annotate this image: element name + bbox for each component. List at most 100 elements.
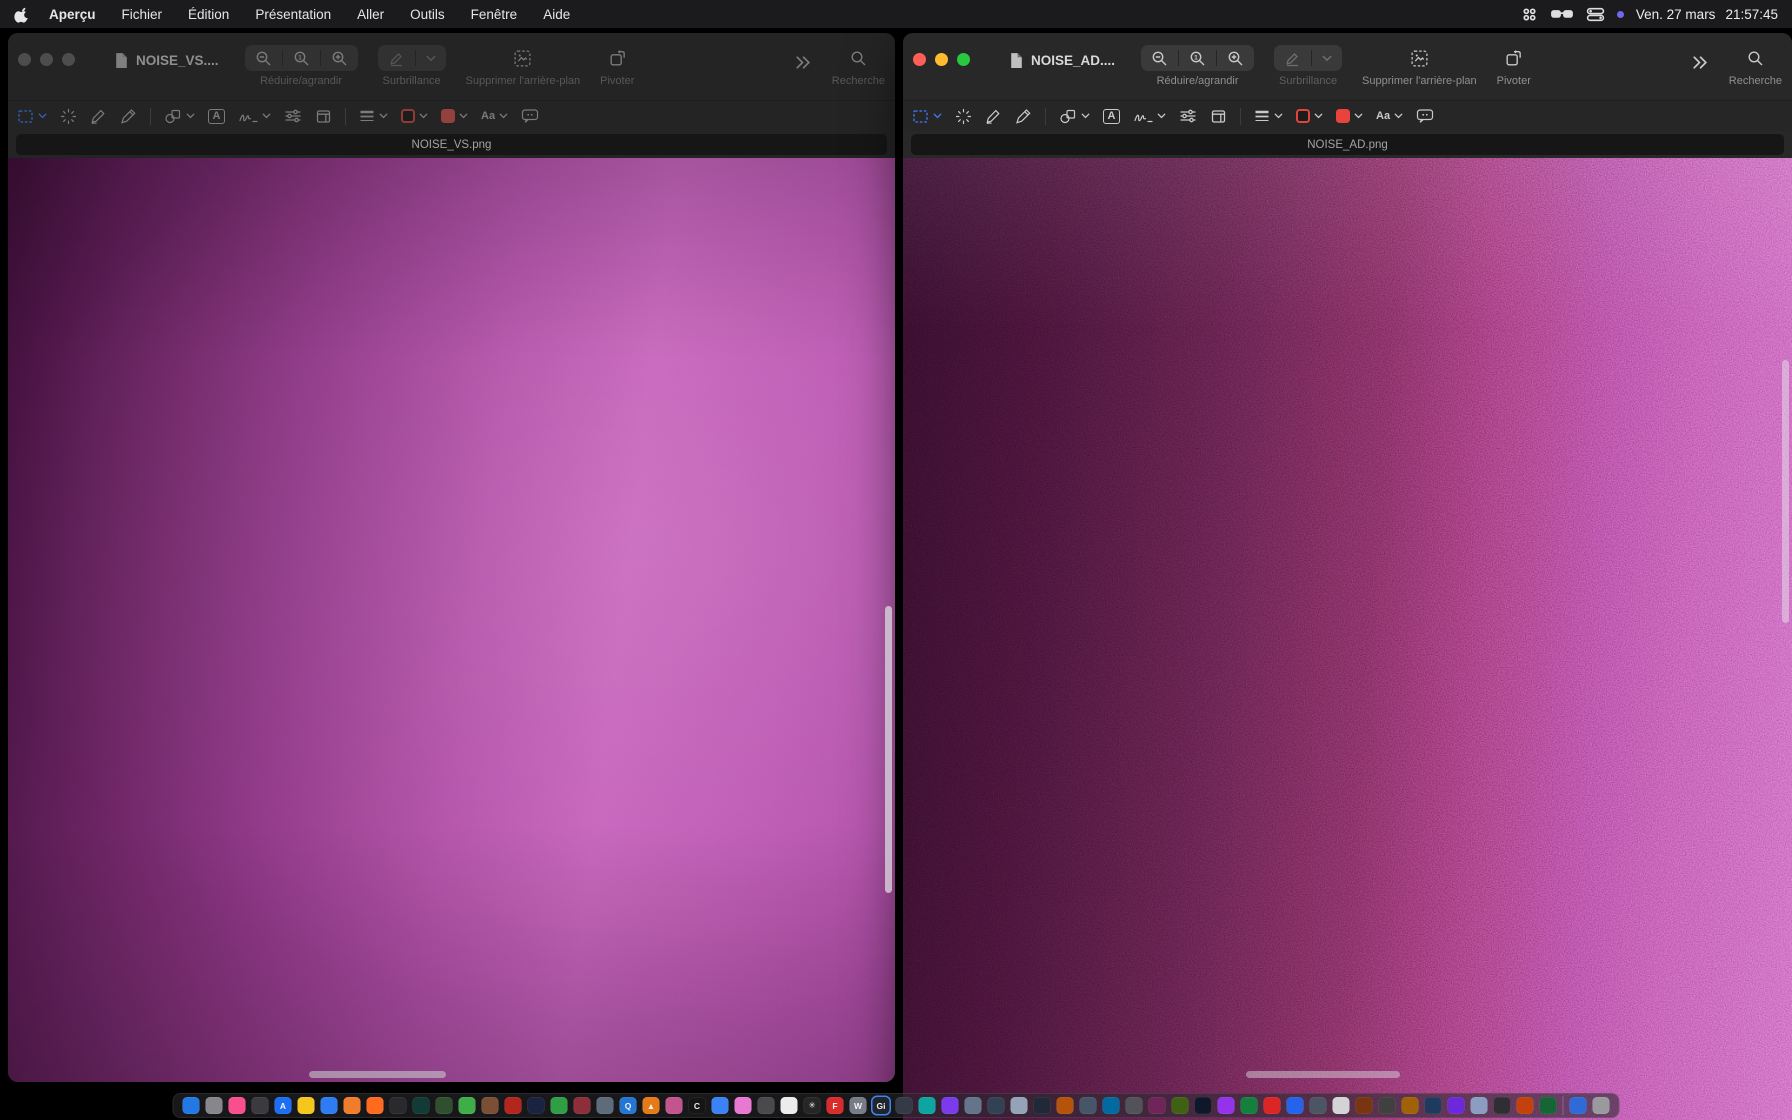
dock-icon-app-51[interactable] xyxy=(1333,1097,1350,1114)
rotate-button[interactable] xyxy=(1504,49,1523,68)
adjust-tool[interactable] xyxy=(1179,108,1197,124)
dock-icon-app-19[interactable] xyxy=(597,1097,614,1114)
menu-aide[interactable]: Aide xyxy=(543,7,570,22)
dock-icon-vlc[interactable]: ▲ xyxy=(643,1097,660,1114)
dock-icon-app-38[interactable] xyxy=(1034,1097,1051,1114)
menu-presentation[interactable]: Présentation xyxy=(255,7,331,22)
line-style-tool[interactable] xyxy=(1254,109,1283,123)
dock-icon-app-6[interactable] xyxy=(298,1097,315,1114)
menu-edition[interactable]: Édition xyxy=(188,7,229,22)
selection-tool[interactable] xyxy=(17,108,47,125)
zoom-in-button[interactable] xyxy=(1217,50,1254,66)
fill-color-tool[interactable] xyxy=(441,109,468,123)
dock-icon-app-29[interactable]: F xyxy=(827,1097,844,1114)
dock-icon-app-store[interactable]: A xyxy=(275,1097,292,1114)
dock-icon-app-58[interactable] xyxy=(1494,1097,1511,1114)
dock-icon-app-57[interactable] xyxy=(1471,1097,1488,1114)
dock-icon-app-22[interactable] xyxy=(666,1097,683,1114)
dock-icon-app-42[interactable] xyxy=(1126,1097,1143,1114)
dock-icon-firefox[interactable] xyxy=(367,1097,384,1114)
instant-alpha-tool[interactable] xyxy=(955,108,972,125)
menu-clock[interactable]: Ven. 27 mars 21:57:45 xyxy=(1636,7,1778,22)
dock-icon-app-35[interactable] xyxy=(965,1097,982,1114)
dock-icon-finder[interactable] xyxy=(183,1097,200,1114)
horizontal-scrollbar-left[interactable] xyxy=(309,1071,446,1078)
dock-icon-app-33[interactable] xyxy=(919,1097,936,1114)
dock-icon-app-46[interactable] xyxy=(1218,1097,1235,1114)
dock-icon-launchpad[interactable] xyxy=(252,1097,269,1114)
apple-menu-icon[interactable] xyxy=(14,6,31,23)
actual-size-button[interactable] xyxy=(283,50,320,66)
toolbar-overflow-button[interactable] xyxy=(793,55,812,100)
dock-icon-app-37[interactable] xyxy=(1011,1097,1028,1114)
line-style-tool[interactable] xyxy=(359,109,388,123)
border-color-tool[interactable] xyxy=(401,109,428,123)
dock-icon-app-34[interactable] xyxy=(942,1097,959,1114)
rotate-button[interactable] xyxy=(608,49,627,68)
fill-color-tool[interactable] xyxy=(1336,109,1363,123)
highlight-button[interactable] xyxy=(378,50,415,66)
close-button[interactable] xyxy=(913,53,926,66)
dock-icon-app-53[interactable] xyxy=(1379,1097,1396,1114)
text-style-tool[interactable]: Aa xyxy=(481,111,508,122)
dock-icon-app-23[interactable]: C xyxy=(689,1097,706,1114)
draw-tool[interactable] xyxy=(1015,108,1032,125)
selection-tool[interactable] xyxy=(912,108,942,125)
highlight-button[interactable] xyxy=(1274,50,1311,66)
dock-icon-app-45[interactable] xyxy=(1195,1097,1212,1114)
zoom-in-button[interactable] xyxy=(321,50,358,66)
dock-icon-app-47[interactable] xyxy=(1241,1097,1258,1114)
dock-icon-app-54[interactable] xyxy=(1402,1097,1419,1114)
zoom-out-button[interactable] xyxy=(1141,50,1178,66)
toolbar-overflow-button[interactable] xyxy=(1690,55,1709,100)
dock-icon-app-17[interactable] xyxy=(551,1097,568,1114)
menu-fichier[interactable]: Fichier xyxy=(122,7,163,22)
dock-icon-app-60[interactable] xyxy=(1540,1097,1557,1114)
dock-icon-app-36[interactable] xyxy=(988,1097,1005,1114)
dock-icon-app-28[interactable]: ✳ xyxy=(804,1097,821,1114)
dock-icon-app-59[interactable] xyxy=(1517,1097,1534,1114)
search-button[interactable] xyxy=(850,50,867,67)
dock-icon-safari[interactable] xyxy=(321,1097,338,1114)
sketch-tool[interactable] xyxy=(90,108,107,125)
dock-icon-app-32[interactable] xyxy=(896,1097,913,1114)
zoom-window-button[interactable] xyxy=(957,53,970,66)
crop-tool[interactable] xyxy=(1210,108,1227,125)
dock-icon-app-40[interactable] xyxy=(1080,1097,1097,1114)
dock-icon-app-43[interactable] xyxy=(1149,1097,1166,1114)
dock-icon-app-11[interactable] xyxy=(413,1097,430,1114)
grid-status-icon[interactable] xyxy=(1521,6,1538,23)
zoom-window-button[interactable] xyxy=(62,53,75,66)
menu-aller[interactable]: Aller xyxy=(357,7,384,22)
menu-fenetre[interactable]: Fenêtre xyxy=(471,7,518,22)
crop-tool[interactable] xyxy=(315,108,332,125)
dock-icon-app-14[interactable] xyxy=(482,1097,499,1114)
dock-icon-app-25[interactable] xyxy=(735,1097,752,1114)
image-canvas-right[interactable] xyxy=(903,158,1792,1120)
dock-icon-app-2[interactable] xyxy=(206,1097,223,1114)
dock-icon-downloads[interactable] xyxy=(1570,1097,1587,1114)
dock-icon-app-27[interactable] xyxy=(781,1097,798,1114)
control-center-icon[interactable] xyxy=(1586,6,1605,23)
adjust-tool[interactable] xyxy=(284,108,302,124)
search-button[interactable] xyxy=(1747,50,1764,67)
dock-icon-app-10[interactable] xyxy=(390,1097,407,1114)
dock-icon-app-52[interactable] xyxy=(1356,1097,1373,1114)
dock-icon-app-12[interactable] xyxy=(436,1097,453,1114)
draw-tool[interactable] xyxy=(120,108,137,125)
signature-tool[interactable] xyxy=(1133,109,1166,124)
dock-icon-app-15[interactable] xyxy=(505,1097,522,1114)
horizontal-scrollbar-right[interactable] xyxy=(1246,1071,1400,1078)
close-button[interactable] xyxy=(18,53,31,66)
dock-icon-app-49[interactable] xyxy=(1287,1097,1304,1114)
highlight-color-chevron[interactable] xyxy=(1312,50,1342,66)
dock-icon-app-50[interactable] xyxy=(1310,1097,1327,1114)
dock-icon-app-26[interactable] xyxy=(758,1097,775,1114)
dock-icon-app-41[interactable] xyxy=(1103,1097,1120,1114)
dock-icon-app-16[interactable] xyxy=(528,1097,545,1114)
actual-size-button[interactable] xyxy=(1179,50,1216,66)
vertical-scrollbar-right[interactable] xyxy=(1782,360,1789,623)
remove-background-button[interactable] xyxy=(513,49,532,68)
dock-icon-app-56[interactable] xyxy=(1448,1097,1465,1114)
dock-icon-app-24[interactable] xyxy=(712,1097,729,1114)
